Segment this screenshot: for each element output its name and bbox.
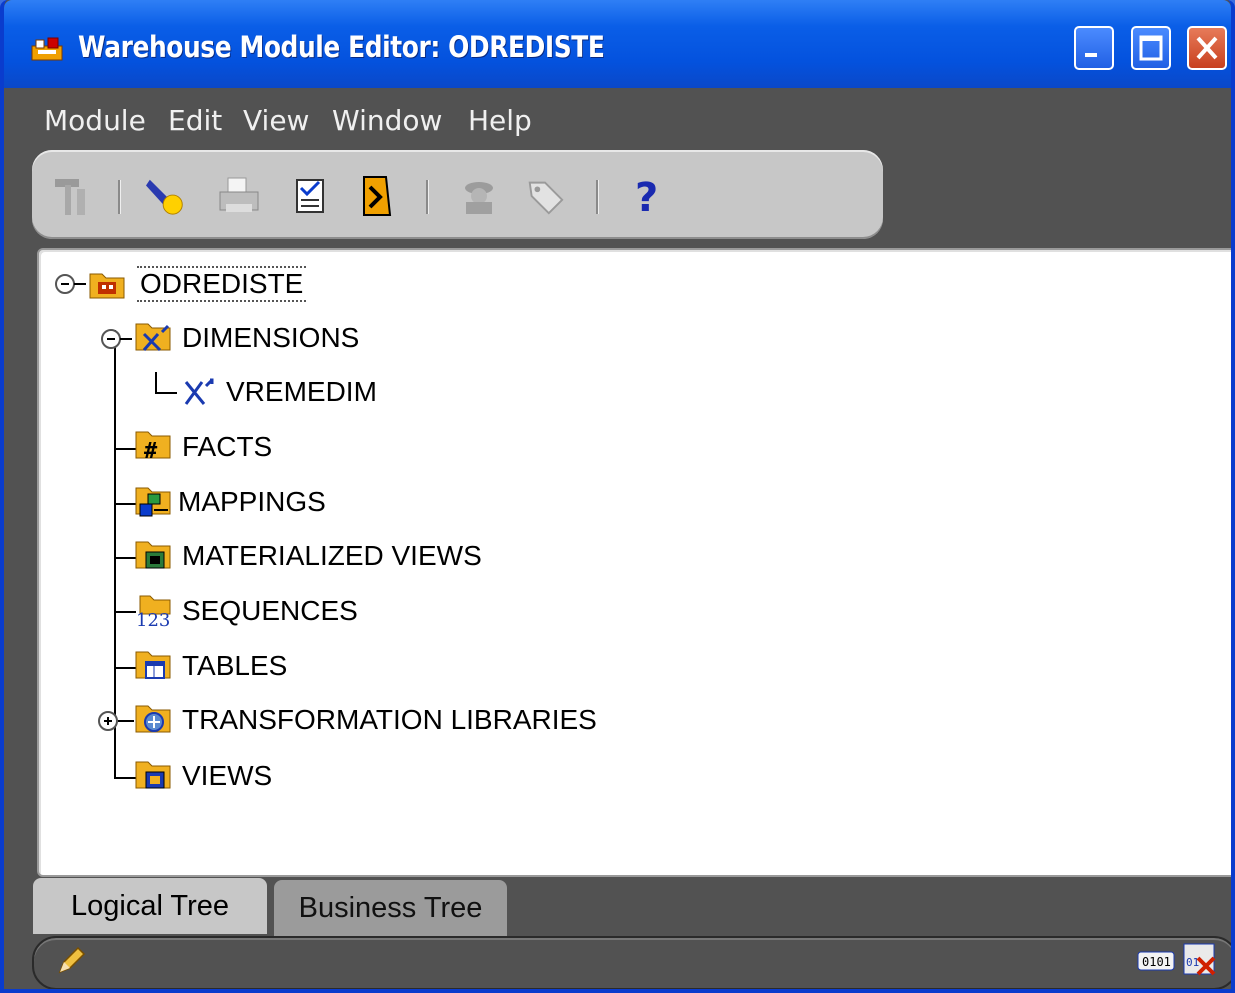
help-icon: ? — [635, 175, 658, 219]
maximize-button[interactable] — [1131, 26, 1171, 70]
pencil-icon — [58, 946, 86, 974]
tree-line — [114, 777, 136, 779]
tree-node-transformation-libraries[interactable]: TRANSFORMATION LIBRARIES — [182, 704, 597, 736]
tab-business-tree[interactable]: Business Tree — [274, 880, 507, 936]
binary-icon: 0101 — [1137, 951, 1175, 971]
tree-line — [155, 372, 157, 392]
print-button[interactable] — [218, 172, 260, 220]
menu-help[interactable]: Help — [468, 104, 532, 137]
properties-button[interactable] — [288, 172, 330, 220]
close-button[interactable] — [1187, 26, 1227, 70]
svg-text:#: # — [144, 439, 158, 464]
build-button[interactable] — [50, 172, 92, 220]
sequences-folder-icon: 123 — [136, 595, 171, 628]
status-bar — [32, 936, 1231, 989]
tree-line — [114, 503, 136, 505]
tree-line — [114, 330, 116, 778]
tag-button[interactable] — [524, 172, 566, 220]
tree-node-vremedim[interactable]: VREMEDIM — [226, 376, 377, 408]
menu-view[interactable]: View — [243, 104, 309, 137]
transformation-folder-icon — [135, 705, 171, 733]
toolbar-separator — [596, 180, 598, 214]
main-window: Warehouse Module Editor: ODREDISTE Modul… — [0, 0, 1235, 993]
dimension-icon — [184, 378, 214, 405]
tree-line — [74, 283, 86, 285]
menu-module[interactable]: Module — [44, 104, 146, 137]
dimension-folder-icon — [135, 323, 171, 352]
menu-window[interactable]: Window — [332, 104, 442, 137]
tree-node-views[interactable]: VIEWS — [182, 760, 272, 792]
collapse-icon — [107, 338, 115, 340]
checklist-icon — [296, 179, 324, 213]
build-icon — [55, 179, 85, 215]
app-icon — [31, 37, 63, 61]
svg-text:01: 01 — [1186, 956, 1199, 969]
minimize-icon — [1085, 53, 1097, 57]
tag-icon — [528, 181, 564, 215]
toolbar-separator — [426, 180, 428, 214]
tree-node-dimensions[interactable]: DIMENSIONS — [182, 322, 359, 354]
tree-line — [114, 448, 136, 450]
exit-button[interactable] — [356, 172, 398, 220]
tree-node-tables[interactable]: TABLES — [182, 650, 287, 682]
tree-line — [114, 667, 136, 669]
print-icon — [219, 177, 259, 212]
minimize-button[interactable] — [1074, 26, 1114, 70]
tree-node-materialized-views[interactable]: MATERIALIZED VIEWS — [182, 540, 482, 572]
tree-node-sequences[interactable]: SEQUENCES — [182, 595, 358, 627]
tree-node-mappings[interactable]: MAPPINGS — [178, 486, 326, 518]
svg-text:123: 123 — [136, 610, 170, 628]
binary-error-icon: 01 — [1183, 943, 1216, 976]
maximize-icon — [1139, 35, 1163, 61]
tree-root-odrediste[interactable]: ODREDISTE — [137, 266, 307, 302]
materialized-views-folder-icon — [135, 541, 171, 569]
tree-line — [120, 338, 132, 340]
tables-folder-icon — [135, 651, 171, 679]
title-bar[interactable]: Warehouse Module Editor: ODREDISTE — [4, 0, 1231, 88]
expand-icon — [104, 717, 112, 725]
menu-edit[interactable]: Edit — [168, 104, 222, 137]
views-folder-icon — [135, 761, 171, 789]
exit-door-icon — [363, 176, 392, 216]
collapse-dimensions-toggle[interactable] — [101, 329, 121, 349]
help-button[interactable]: ? — [624, 172, 666, 220]
spy-button[interactable] — [458, 172, 500, 220]
find-button[interactable] — [146, 172, 188, 220]
tree-line — [114, 557, 136, 559]
flashlight-icon — [146, 179, 183, 215]
collapse-icon — [61, 283, 69, 285]
collapse-root-toggle[interactable] — [55, 274, 75, 294]
svg-text:0101: 0101 — [1142, 955, 1171, 969]
window-title: Warehouse Module Editor: ODREDISTE — [78, 30, 605, 64]
tree-line — [118, 720, 134, 722]
tree-node-facts[interactable]: FACTS — [182, 431, 272, 463]
close-icon — [1196, 36, 1218, 60]
facts-folder-icon: # — [135, 431, 171, 464]
mappings-folder-icon — [135, 487, 171, 517]
spy-icon — [465, 182, 493, 214]
toolbar-separator — [118, 180, 120, 214]
svg-text:?: ? — [635, 175, 658, 219]
expand-transformation-libraries-toggle[interactable] — [98, 711, 118, 731]
module-folder-icon — [89, 273, 125, 299]
tree-line — [155, 392, 177, 394]
tab-logical-tree[interactable]: Logical Tree — [33, 878, 267, 934]
tree-line — [114, 611, 136, 613]
